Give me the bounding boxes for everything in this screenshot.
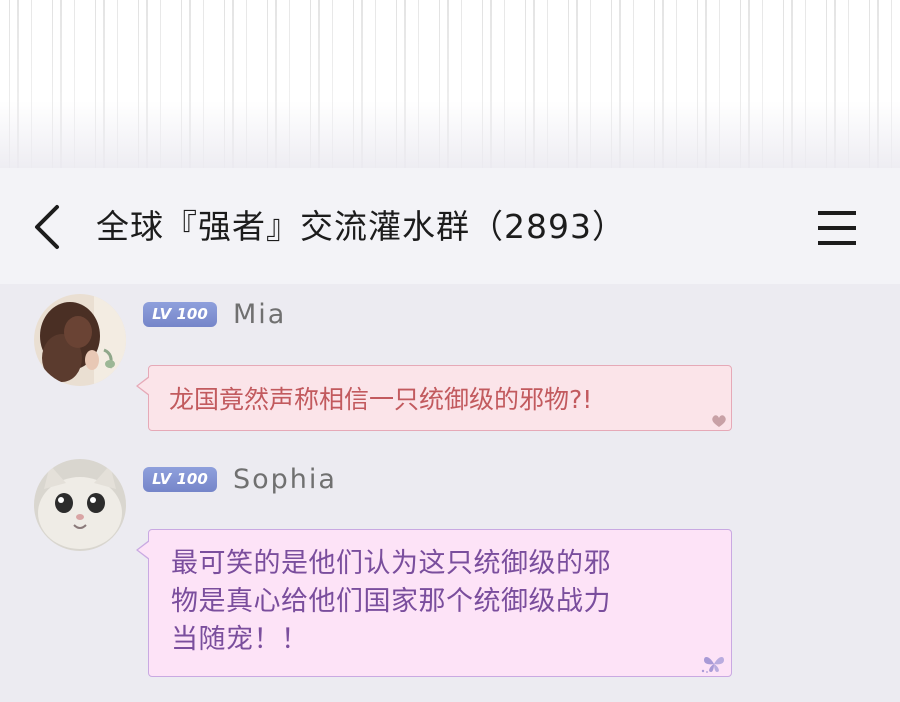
message-text-line: 当随宠！！	[171, 624, 309, 655]
message-item: LV 100 Sophia 最可笑的是他们认为这只统御级的邪 物是真心给他们国家…	[0, 449, 900, 702]
username[interactable]: Mia	[233, 299, 286, 330]
user-avatar-cat	[34, 459, 126, 551]
back-button[interactable]	[30, 204, 70, 250]
message-bubble[interactable]: 龙国竟然声称相信一只统御级的邪物?!	[136, 365, 732, 431]
bubble-tail-fill	[138, 377, 150, 395]
level-badge: LV 100	[143, 466, 217, 492]
chat-header: 全球『强者』交流灌水群（2893）	[0, 168, 900, 284]
bubble-tail-fill	[138, 541, 150, 559]
butterfly-icon	[701, 656, 724, 673]
message-bubble[interactable]: 最可笑的是他们认为这只统御级的邪 物是真心给他们国家那个统御级战力 当随宠！！	[136, 529, 732, 677]
username[interactable]: Sophia	[233, 464, 337, 495]
avatar-mia[interactable]	[34, 294, 126, 386]
message-text-line: 最可笑的是他们认为这只统御级的邪	[171, 548, 611, 579]
message-meta: LV 100 Sophia	[143, 463, 337, 495]
hamburger-menu-icon	[818, 211, 856, 245]
speed-lines-panel	[0, 0, 900, 168]
message-text: 龙国竟然声称相信一只统御级的邪物?!	[169, 385, 593, 414]
heart-icon	[712, 415, 726, 427]
group-title: 全球『强者』交流灌水群（2893）	[96, 207, 626, 246]
message-item: LV 100 Mia 龙国竟然声称相信一只统御级的邪物?!	[0, 284, 900, 444]
avatar-sophia[interactable]	[34, 459, 126, 551]
level-badge: LV 100	[143, 301, 217, 327]
menu-button[interactable]	[814, 208, 860, 248]
chevron-left-icon	[35, 205, 59, 249]
user-avatar-girl	[34, 294, 126, 386]
message-text-line: 物是真心给他们国家那个统御级战力	[171, 586, 611, 617]
message-meta: LV 100 Mia	[143, 298, 286, 330]
message-list: LV 100 Mia 龙国竟然声称相信一只统御级的邪物?! LV 100 Sop…	[0, 284, 900, 702]
